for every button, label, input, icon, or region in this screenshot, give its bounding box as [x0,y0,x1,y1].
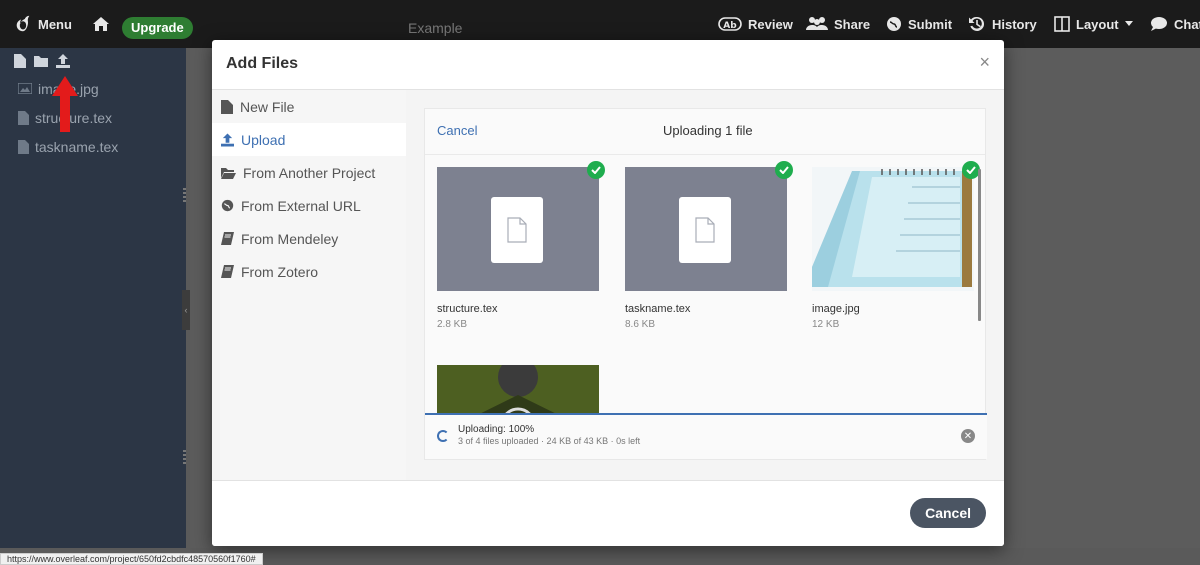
history-icon [969,16,985,31]
cancel-button[interactable]: Cancel [910,498,986,528]
uploader-title: Uploading 1 file [663,123,753,138]
document-icon [491,197,543,263]
close-icon[interactable]: × [979,52,990,73]
file-thumbnail [437,161,605,291]
overleaf-logo-icon [16,15,30,32]
collapse-sidebar-toggle[interactable]: ‹ [182,290,190,330]
resize-handle[interactable] [183,450,186,466]
upload-file-name: structure.tex [437,303,498,315]
nav-new-file[interactable]: New File [212,90,406,123]
add-files-modal: Add Files × New File Upload From Another… [212,40,1004,546]
file-thumbnail [625,161,793,291]
menu-button[interactable]: Menu [14,0,72,48]
upload-file-size: 8.6 KB [625,319,656,330]
upload-icon[interactable] [56,54,70,68]
upload-status-text: Uploading: 100% [458,424,535,435]
file-icon [18,139,29,154]
red-arrow-annotation-icon [52,76,78,132]
globe-icon [221,199,234,212]
share-label: Share [834,16,871,32]
upload-file-card[interactable]: image.jpg 12 KB [812,161,980,330]
nav-label: From Another Project [243,164,376,181]
image-thumbnail [812,161,980,291]
chat-button[interactable]: Chat [1150,0,1200,48]
project-title[interactable]: Example [408,20,462,36]
home-button[interactable] [92,0,110,48]
nav-from-zotero[interactable]: From Zotero [212,255,406,288]
add-files-nav: New File Upload From Another Project Fro… [212,90,406,480]
notepad-image-icon [812,169,972,287]
file-tree-panel: image.jpg structure.tex taskname.tex [0,48,186,548]
upload-icon [221,133,234,146]
nav-from-another-project[interactable]: From Another Project [212,156,406,189]
review-icon: Ab [718,17,742,31]
nav-label: From Mendeley [241,230,339,247]
nav-label: From External URL [241,197,361,214]
folder-open-icon [221,167,236,179]
nav-label: From Zotero [241,263,319,280]
new-file-icon[interactable] [14,54,26,68]
upload-file-card[interactable]: structure.tex 2.8 KB [437,161,605,330]
scrollbar[interactable] [978,169,981,321]
history-label: History [992,16,1037,32]
resize-handle[interactable] [183,188,186,204]
modal-title: Add Files [226,55,299,72]
file-tree-item[interactable]: image.jpg [0,74,186,103]
image-file-icon [18,83,32,94]
upload-panel: Cancel Uploading 1 file structure.tex 2.… [406,90,1004,480]
uploader-dashboard: Cancel Uploading 1 file structure.tex 2.… [424,108,987,460]
caret-down-icon [1124,21,1133,26]
review-label: Review [748,16,793,32]
chat-icon [1151,17,1167,31]
users-icon [806,17,828,30]
upload-file-card[interactable] [437,365,599,413]
book-icon [221,265,234,278]
new-folder-icon[interactable] [34,55,48,67]
cancel-upload-icon[interactable]: ✕ [961,429,975,443]
nav-from-mendeley[interactable]: From Mendeley [212,222,406,255]
upgrade-button[interactable]: Upgrade [122,17,193,39]
upload-status-detail: 3 of 4 files uploaded · 24 KB of 43 KB ·… [458,436,641,446]
upload-complete-check-icon [775,161,793,179]
nav-upload[interactable]: Upload [212,123,406,156]
layout-icon [1054,16,1070,32]
svg-text:Ab: Ab [723,21,737,31]
document-icon [679,197,731,263]
submit-label: Submit [908,16,953,32]
uploader-cancel-link[interactable]: Cancel [437,123,477,138]
layout-button[interactable]: Layout [1054,0,1133,48]
uploader-header: Cancel Uploading 1 file [425,109,985,155]
book-icon [221,232,234,245]
layout-label: Layout [1076,16,1119,32]
upload-complete-check-icon [587,161,605,179]
modal-header: Add Files × [212,40,1004,90]
image-thumbnail [437,365,599,413]
upload-file-name: taskname.tex [625,303,691,315]
upload-file-size: 2.8 KB [437,319,468,330]
nav-from-external-url[interactable]: From External URL [212,189,406,222]
menu-label: Menu [38,16,72,32]
browser-status-url: https://www.overleaf.com/project/650fd2c… [0,553,263,565]
home-icon [93,17,109,31]
nav-label: Upload [241,131,286,148]
modal-footer: Cancel [212,480,1004,546]
file-tree-item[interactable]: taskname.tex [0,132,186,161]
file-icon [18,110,29,125]
chat-label: Chat [1174,16,1200,32]
nav-label: New File [240,98,295,115]
file-tree-item[interactable]: structure.tex [0,103,186,132]
file-tree-toolbar [0,48,186,74]
upload-file-card[interactable]: taskname.tex 8.6 KB [625,161,793,330]
new-file-icon [221,99,233,114]
globe-icon [887,17,901,31]
spinner-icon [437,430,449,442]
upload-file-name: image.jpg [812,303,860,315]
upload-file-size: 12 KB [812,319,840,330]
file-name: taskname.tex [35,138,119,155]
upload-status-bar: Uploading: 100% 3 of 4 files uploaded · … [425,413,987,459]
uploading-image-icon [437,365,599,413]
